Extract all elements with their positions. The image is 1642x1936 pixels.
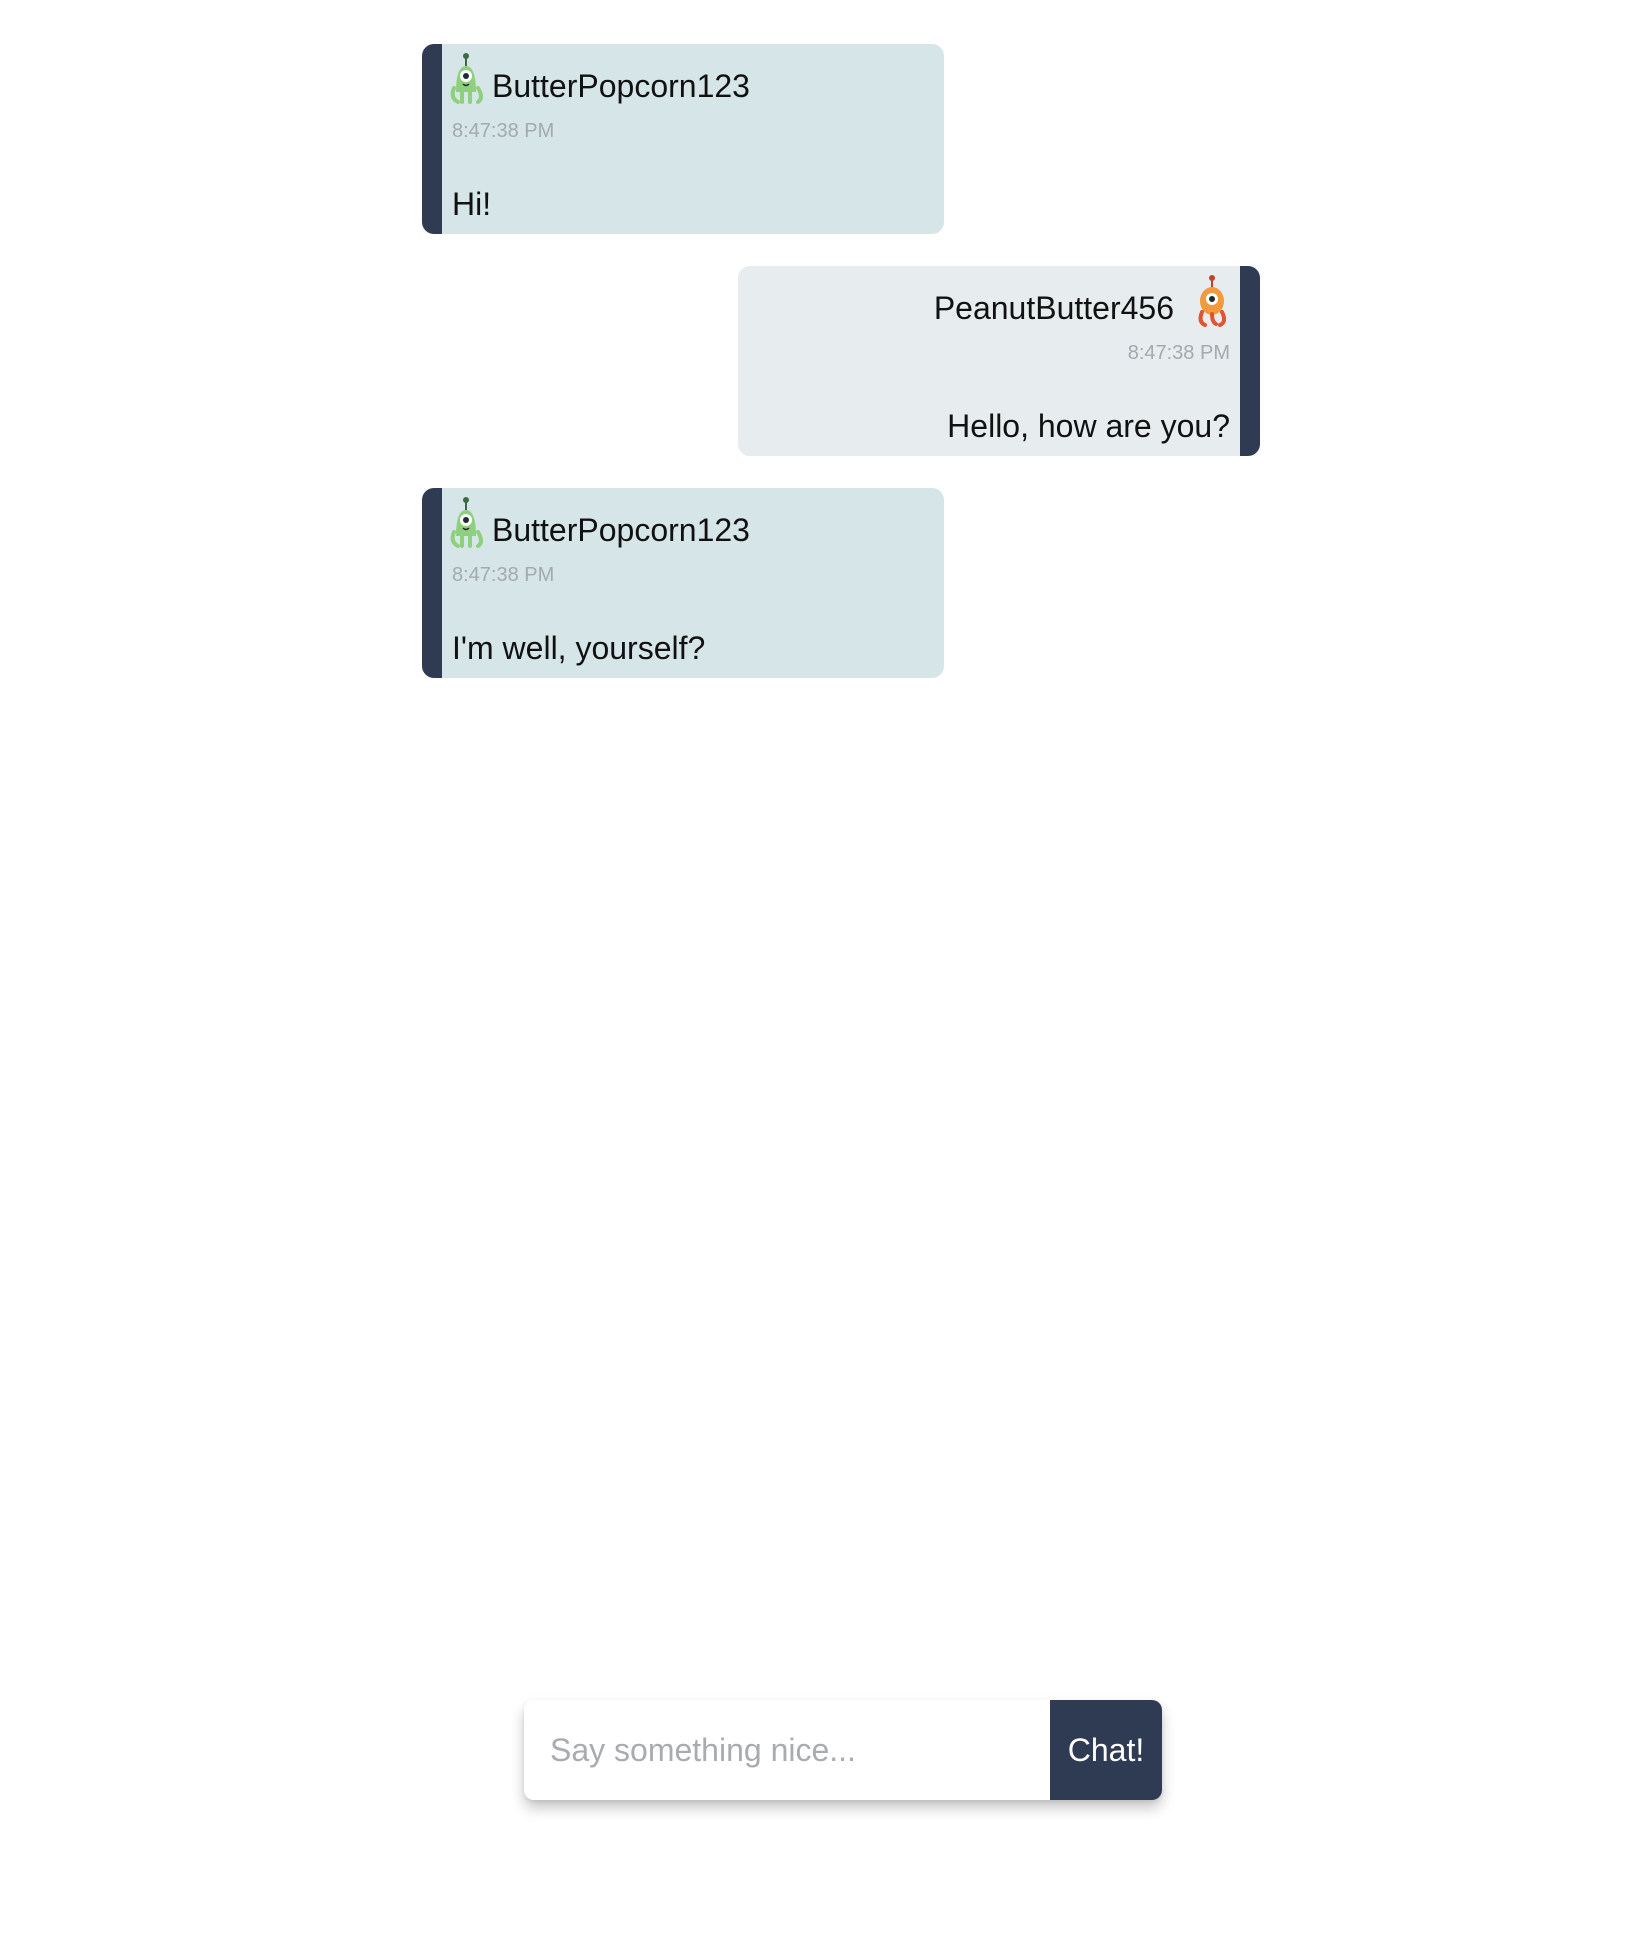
message-accent-bar: [1240, 266, 1260, 456]
message-input[interactable]: [524, 1700, 1050, 1800]
message-username: ButterPopcorn123: [492, 68, 750, 104]
message-username: ButterPopcorn123: [492, 512, 750, 548]
message-list: ButterPopcorn123 8:47:38 PM Hi! PeanutBu…: [422, 44, 1260, 710]
message-text: Hello, how are you?: [947, 408, 1230, 444]
chat-page: ButterPopcorn123 8:47:38 PM Hi! PeanutBu…: [0, 0, 1642, 1936]
chat-composer: Chat!: [524, 1700, 1162, 1800]
message-bubble: ButterPopcorn123 8:47:38 PM I'm well, yo…: [422, 488, 944, 678]
message-accent-bar: [422, 44, 442, 234]
message-bubble: ButterPopcorn123 8:47:38 PM Hi!: [422, 44, 944, 234]
message-accent-bar: [422, 488, 442, 678]
message-text: I'm well, yourself?: [452, 630, 706, 666]
message-header: PeanutButter456: [934, 274, 1232, 328]
message-text: Hi!: [452, 186, 492, 222]
message-timestamp: 8:47:38 PM: [452, 120, 555, 142]
message-header: ButterPopcorn123: [448, 52, 750, 106]
message-timestamp: 8:47:38 PM: [452, 564, 555, 586]
green-alien-icon: [450, 53, 483, 104]
chat-send-button[interactable]: Chat!: [1050, 1700, 1162, 1800]
message-username: PeanutButter456: [933, 290, 1174, 326]
orange-alien-icon: [1198, 275, 1227, 327]
message-header: ButterPopcorn123: [448, 496, 750, 550]
message-timestamp: 8:47:38 PM: [1127, 342, 1230, 364]
green-alien-icon: [450, 497, 483, 548]
message-bubble: PeanutButter456 8:47:38 PM Hello, how ar…: [738, 266, 1260, 456]
